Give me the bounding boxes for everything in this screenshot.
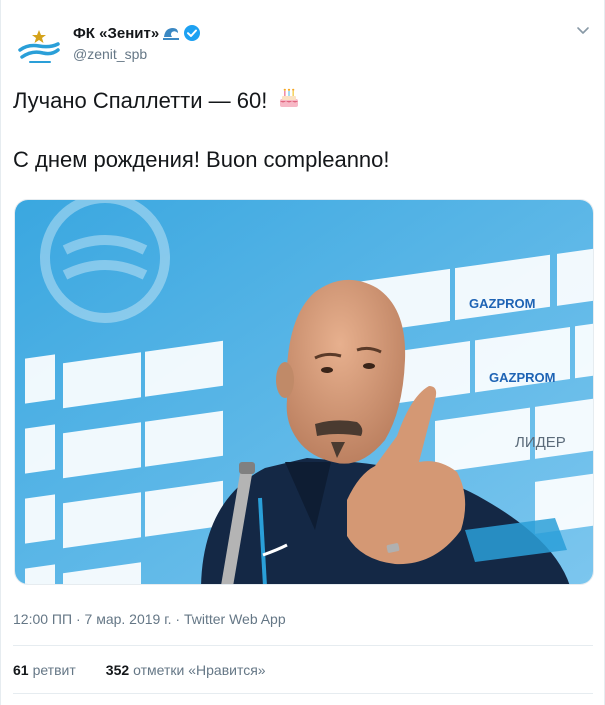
tweet-card: ФК «Зенит» @zenit_spb Лучано Спаллетти —…	[0, 0, 605, 705]
divider	[13, 693, 593, 694]
gazprom-logo-2: GAZPROM	[489, 370, 555, 385]
divider	[13, 645, 593, 646]
handle[interactable]: @zenit_spb	[73, 46, 201, 62]
author-names: ФК «Зенит» @zenit_spb	[73, 24, 201, 62]
likes-count: 352	[105, 662, 130, 678]
gazprom-logo-1: GAZPROM	[469, 296, 535, 311]
tweet-text-line1: Лучано Спаллетти — 60!	[13, 86, 593, 115]
wave-emoji-icon	[163, 28, 180, 40]
display-name[interactable]: ФК «Зенит»	[73, 25, 159, 42]
avatar[interactable]	[13, 22, 65, 74]
tweet-time[interactable]: 12:00 ПП	[13, 611, 72, 627]
press-conference-photo: GAZPROM GAZPROM ЛИДЕР	[15, 200, 593, 584]
likes-label: отметки «Нравится»	[133, 662, 266, 678]
meta-separator: ·	[75, 611, 81, 627]
display-name-row[interactable]: ФК «Зенит»	[73, 24, 201, 42]
tweet-text-line2: С днем рождения! Buon compleanno!	[13, 147, 390, 172]
tweet-date[interactable]: 7 мар. 2019 г.	[85, 611, 172, 627]
meta-separator: ·	[175, 611, 181, 627]
tweet-source[interactable]: Twitter Web App	[184, 611, 286, 627]
tweet-meta: 12:00 ПП · 7 мар. 2019 г. · Twitter Web …	[13, 611, 286, 627]
retweets-count: 61	[13, 662, 29, 678]
tweet-stats: 61 ретвит 352 отметки «Нравится»	[13, 662, 266, 678]
birthday-cake-icon	[280, 88, 299, 107]
likes-stat[interactable]: 352 отметки «Нравится»	[106, 662, 266, 678]
tweet-header: ФК «Зенит» @zenit_spb	[13, 20, 593, 74]
lider-logo: ЛИДЕР	[515, 434, 566, 451]
tweet-line1-text: Лучано Спаллетти — 60!	[13, 88, 268, 113]
tweet-media-photo[interactable]: GAZPROM GAZPROM ЛИДЕР	[14, 199, 594, 585]
retweets-label: ретвит	[32, 662, 76, 678]
chevron-down-icon[interactable]	[575, 22, 591, 38]
verified-badge-icon	[184, 25, 201, 41]
retweets-stat[interactable]: 61 ретвит	[13, 662, 76, 678]
zenit-logo-icon	[18, 30, 60, 63]
